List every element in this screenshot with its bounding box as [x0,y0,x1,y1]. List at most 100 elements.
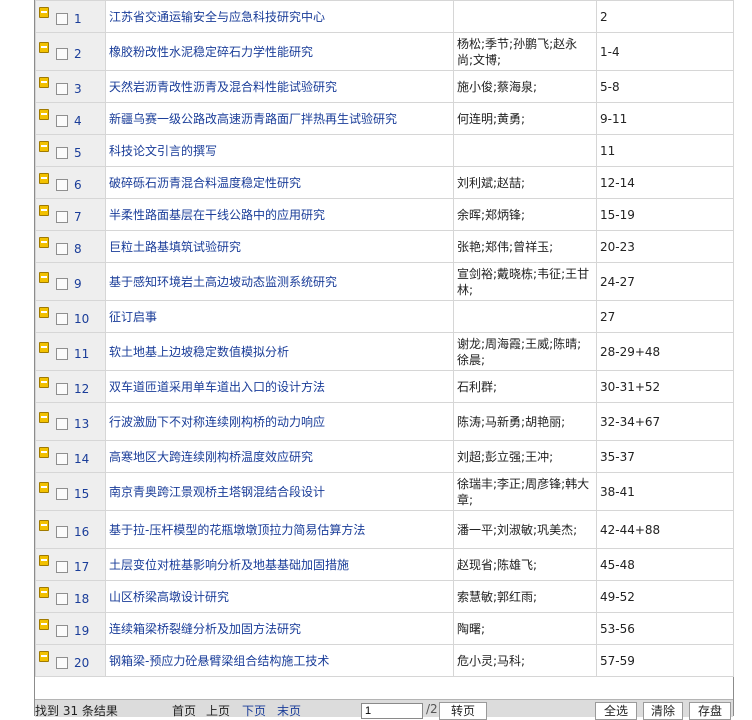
document-icon[interactable] [39,204,49,216]
article-title-link[interactable]: 江苏省交通运输安全与应急科技研究中心 [105,0,454,33]
row-checkbox[interactable] [56,526,68,538]
go-page-button[interactable]: 转页 [439,702,487,720]
row-checkbox[interactable] [56,83,68,95]
article-pages: 9-11 [596,102,734,135]
document-icon[interactable] [39,306,49,318]
document-icon[interactable] [39,76,49,88]
row-checkbox[interactable] [56,348,68,360]
article-title-link[interactable]: 南京青奥跨江景观桥主塔钢混结合段设计 [105,472,454,511]
document-icon[interactable] [39,271,49,283]
row-checkbox[interactable] [56,418,68,430]
article-title-link[interactable]: 行波激励下不对称连续刚构桥的动力响应 [105,402,454,441]
article-title-link[interactable]: 连续箱梁桥裂缝分析及加固方法研究 [105,612,454,645]
article-title-link[interactable]: 双车道匝道采用单车道出入口的设计方法 [105,370,454,403]
table-row: 2 橡胶粉改性水泥稳定碎石力学性能研究 杨松;季节;孙鹏飞;赵永尚;文博; 1-4 [35,32,734,71]
document-icon[interactable] [39,140,49,152]
article-title-link[interactable]: 土层变位对桩基影响分析及地基基础加固措施 [105,548,454,581]
first-page-link[interactable]: 首页 [172,702,196,719]
article-title-link[interactable]: 新疆乌赛一级公路改高速沥青路面厂拌热再生试验研究 [105,102,454,135]
row-checkbox[interactable] [56,48,68,60]
row-checkbox[interactable] [56,625,68,637]
table-row: 3 天然岩沥青改性沥青及混合料性能试验研究 施小俊;蔡海泉; 5-8 [35,70,734,103]
row-checkbox[interactable] [56,13,68,25]
row-controls: 15 [35,472,106,511]
document-icon[interactable] [39,41,49,53]
document-icon[interactable] [39,519,49,531]
article-pages: 38-41 [596,472,734,511]
article-title-link[interactable]: 征订启事 [105,300,454,333]
article-authors: 危小灵;马科; [453,644,597,677]
row-checkbox[interactable] [56,147,68,159]
document-icon[interactable] [39,108,49,120]
article-title-link[interactable]: 山区桥梁高墩设计研究 [105,580,454,613]
row-checkbox[interactable] [56,383,68,395]
save-button[interactable]: 存盘 [689,702,731,720]
article-pages: 45-48 [596,548,734,581]
article-authors: 宣剑裕;戴晓栋;韦征;王甘林; [453,262,597,301]
table-row: 7 半柔性路面基层在干线公路中的应用研究 余晖;郑炳锋; 15-19 [35,198,734,231]
article-title-link[interactable]: 科技论文引言的撰写 [105,134,454,167]
article-pages: 12-14 [596,166,734,199]
article-title-link[interactable]: 橡胶粉改性水泥稳定碎石力学性能研究 [105,32,454,71]
document-icon[interactable] [39,650,49,662]
row-index: 19 [74,623,90,638]
row-checkbox[interactable] [56,561,68,573]
article-title-link[interactable]: 破碎砾石沥青混合料温度稳定性研究 [105,166,454,199]
document-icon[interactable] [39,481,49,493]
select-all-button[interactable]: 全选 [595,702,637,720]
row-checkbox[interactable] [56,278,68,290]
row-checkbox[interactable] [56,211,68,223]
row-checkbox[interactable] [56,179,68,191]
article-title-link[interactable]: 高寒地区大跨连续刚构桥温度效应研究 [105,440,454,473]
document-icon[interactable] [39,446,49,458]
table-row: 17 土层变位对桩基影响分析及地基基础加固措施 赵现省;陈雄飞; 45-48 [35,548,734,581]
document-icon[interactable] [39,586,49,598]
row-index: 18 [74,591,90,606]
row-checkbox[interactable] [56,593,68,605]
article-pages: 1-4 [596,32,734,71]
row-checkbox[interactable] [56,313,68,325]
document-icon[interactable] [39,618,49,630]
row-controls: 19 [35,612,106,645]
clear-button[interactable]: 清除 [643,702,683,720]
article-pages: 30-31+52 [596,370,734,403]
document-icon[interactable] [39,6,49,18]
article-title-link[interactable]: 天然岩沥青改性沥青及混合料性能试验研究 [105,70,454,103]
document-icon[interactable] [39,411,49,423]
article-title-link[interactable]: 巨粒土路基填筑试验研究 [105,230,454,263]
row-controls: 4 [35,102,106,135]
row-controls: 7 [35,198,106,231]
prev-page-link[interactable]: 上页 [206,702,230,719]
row-checkbox[interactable] [56,657,68,669]
result-count: 找到 31 条结果 [35,704,118,718]
row-checkbox[interactable] [56,453,68,465]
next-page-link[interactable]: 下页 [242,702,266,719]
table-row: 19 连续箱梁桥裂缝分析及加固方法研究 陶曙; 53-56 [35,612,734,645]
row-index: 5 [74,145,82,160]
article-title-link[interactable]: 钢箱梁-预应力砼悬臂梁组合结构施工技术 [105,644,454,677]
document-icon[interactable] [39,172,49,184]
document-icon[interactable] [39,236,49,248]
article-title-link[interactable]: 基于拉-压杆模型的花瓶墩墩顶拉力简易估算方法 [105,510,454,549]
article-title-link[interactable]: 基于感知环境岩土高边坡动态监测系统研究 [105,262,454,301]
document-icon[interactable] [39,376,49,388]
last-page-link[interactable]: 末页 [277,702,301,719]
table-row: 14 高寒地区大跨连续刚构桥温度效应研究 刘超;彭立强;王冲; 35-37 [35,440,734,473]
row-index: 6 [74,177,82,192]
document-icon[interactable] [39,554,49,566]
row-controls: 11 [35,332,106,371]
document-icon[interactable] [39,341,49,353]
article-title-link[interactable]: 半柔性路面基层在干线公路中的应用研究 [105,198,454,231]
page-number-input[interactable] [361,703,423,719]
row-checkbox[interactable] [56,243,68,255]
row-controls: 1 [35,0,106,33]
row-checkbox[interactable] [56,115,68,127]
article-pages: 11 [596,134,734,167]
article-title-link[interactable]: 软土地基上边坡稳定数值模拟分析 [105,332,454,371]
row-controls: 12 [35,370,106,403]
row-checkbox[interactable] [56,488,68,500]
table-row: 16 基于拉-压杆模型的花瓶墩墩顶拉力简易估算方法 潘一平;刘淑敏;巩美杰; 42-4… [35,510,734,549]
table-row: 10 征订启事 27 [35,300,734,333]
row-index: 12 [74,381,90,396]
row-controls: 5 [35,134,106,167]
